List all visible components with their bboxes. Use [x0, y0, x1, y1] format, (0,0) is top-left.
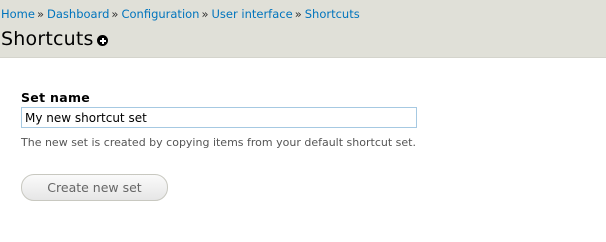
breadcrumb-separator: »: [36, 7, 45, 21]
breadcrumb-separator: »: [111, 7, 119, 21]
breadcrumb-shortcuts-link[interactable]: Shortcuts: [305, 7, 360, 21]
breadcrumb: Home» Dashboard» Configuration» User interf…: [1, 7, 360, 21]
create-new-set-button[interactable]: Create new set: [21, 174, 168, 201]
breadcrumb-separator: »: [201, 7, 209, 21]
breadcrumb-dashboard-link[interactable]: Dashboard: [47, 7, 109, 21]
set-name-input[interactable]: [21, 107, 417, 128]
breadcrumb-user-interface-link[interactable]: User interface: [212, 7, 293, 21]
breadcrumb-separator: »: [294, 7, 302, 21]
add-shortcut-icon[interactable]: [97, 35, 108, 46]
set-name-description: The new set is created by copying items …: [21, 136, 416, 149]
breadcrumb-configuration-link[interactable]: Configuration: [121, 7, 199, 21]
set-name-label: Set name: [21, 90, 91, 105]
breadcrumb-home-link[interactable]: Home: [1, 7, 35, 21]
page-title: Shortcuts: [1, 28, 94, 50]
page-header: Home» Dashboard» Configuration» User interf…: [0, 0, 606, 58]
